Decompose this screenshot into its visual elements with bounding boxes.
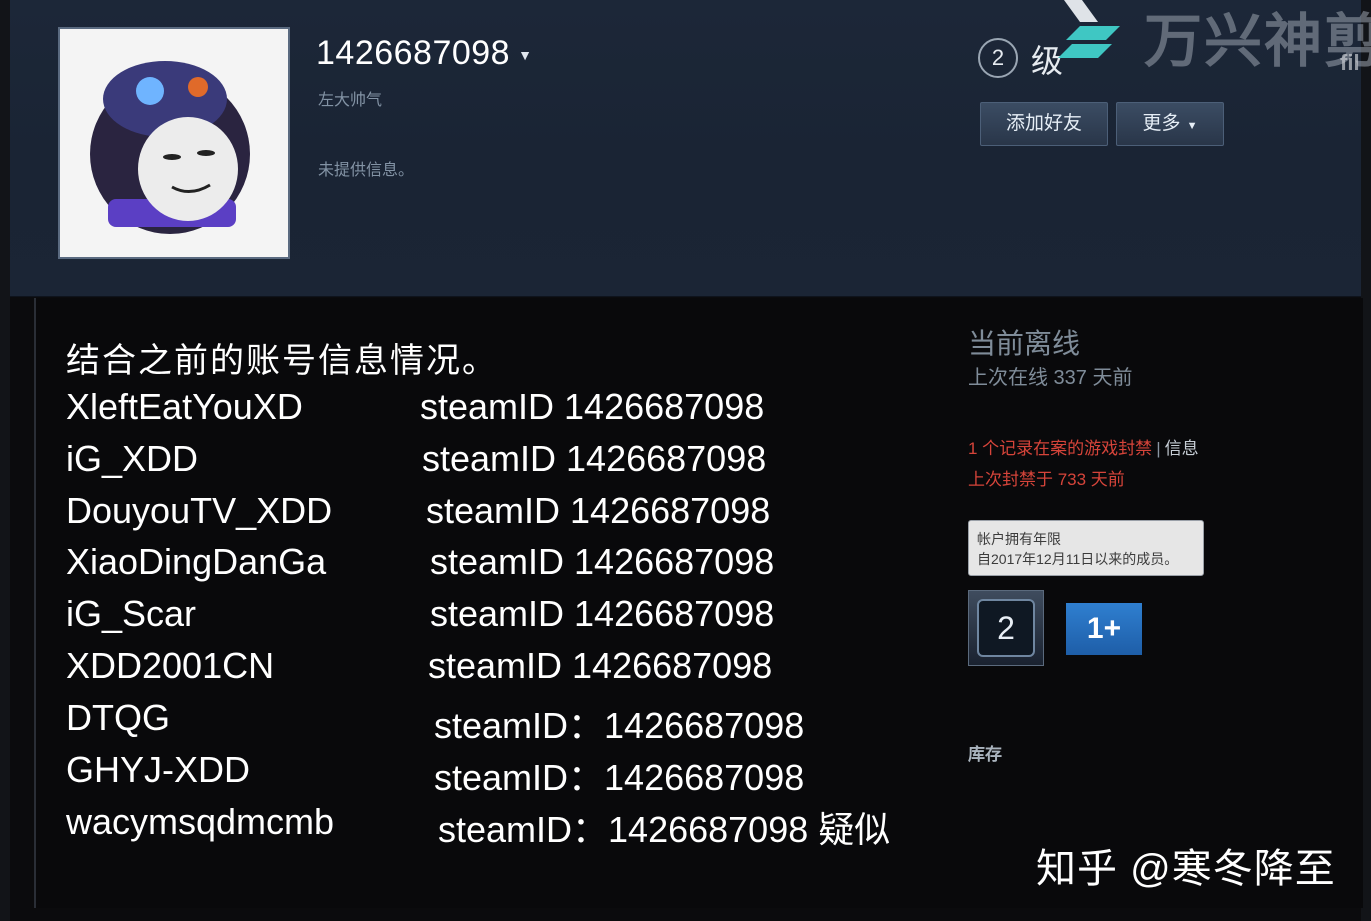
ban-record: 1 个记录在案的游戏封禁 | 信息: [968, 434, 1199, 459]
account-steam-id: steamID：1426687098: [434, 705, 805, 746]
account-name: iG_XDD: [66, 438, 199, 479]
account-name: wacymsqdmcmb: [66, 801, 335, 842]
chevron-down-icon: ▼: [1186, 120, 1198, 132]
account-name: XiaoDingDanGa: [66, 541, 327, 582]
account-name: GHYJ-XDD: [66, 749, 251, 790]
account-steam-id: steamID 1426687098: [430, 593, 775, 634]
profile-header: 1426687098 ▼ 左大帅气 未提供信息。 2 级 万兴神剪 fil 添加好…: [10, 0, 1371, 297]
level-badge[interactable]: 2: [968, 590, 1044, 666]
level-badge-icon[interactable]: 2: [978, 38, 1018, 78]
account-steam-id: steamID：1426687098 疑似: [438, 809, 891, 850]
profile-summary: 未提供信息。: [318, 162, 415, 179]
watermark-text: 万兴神剪: [1144, 9, 1371, 74]
account-steam-id: steamID：1426687098: [434, 757, 805, 798]
persona-name-text: 1426687098: [316, 34, 511, 72]
account-steam-id: steamID 1426687098: [430, 541, 775, 582]
more-button[interactable]: 更多 ▼: [1116, 102, 1224, 146]
account-steam-id: steamID 1426687098: [426, 490, 771, 531]
ban-record-text: 1 个记录在案的游戏封禁: [968, 439, 1153, 458]
left-edge: [0, 0, 10, 921]
inventory-link[interactable]: 库存: [968, 740, 1002, 765]
account-name: XleftEatYouXD: [66, 386, 303, 427]
years-of-service-badge-icon[interactable]: 1+: [1066, 603, 1142, 655]
account-name: DouyouTV_XDD: [66, 490, 333, 531]
last-online: 上次在线 337 天前: [968, 367, 1133, 389]
online-status: 当前离线: [968, 328, 1081, 359]
account-steam-id: steamID 1426687098: [420, 386, 765, 427]
account-steam-id: steamID 1426687098: [422, 438, 767, 479]
account-name: iG_Scar: [66, 593, 197, 634]
ban-separator: |: [1156, 439, 1161, 458]
real-name: 左大帅气: [318, 92, 383, 109]
dropdown-caret-icon[interactable]: ▼: [518, 47, 532, 63]
more-label: 更多: [1142, 113, 1181, 134]
years-detail: 自2017年12月11日以来的成员。: [977, 551, 1179, 567]
author-credit: 知乎 @寒冬降至: [1036, 847, 1336, 891]
watermark-logo-icon: [1058, 0, 1120, 58]
account-name: XDD2001CN: [66, 645, 275, 686]
watermark-sub: fil: [1340, 50, 1360, 75]
last-ban: 上次封禁于 733 天前: [968, 470, 1125, 489]
avatar[interactable]: [58, 27, 290, 259]
ban-info-link[interactable]: 信息: [1165, 439, 1199, 458]
account-name: DTQG: [66, 697, 170, 738]
level-badge-number: 2: [977, 599, 1035, 657]
avatar-image: [60, 29, 288, 257]
years-of-service-tooltip: 帐户拥有年限 自2017年12月11日以来的成员。: [968, 520, 1204, 576]
years-title: 帐户拥有年限: [977, 531, 1061, 547]
add-friend-button[interactable]: 添加好友: [980, 102, 1108, 146]
account-steam-id: steamID 1426687098: [428, 645, 773, 686]
caption-title: 结合之前的账号信息情况。: [66, 342, 498, 380]
persona-name[interactable]: 1426687098 ▼: [316, 34, 532, 73]
